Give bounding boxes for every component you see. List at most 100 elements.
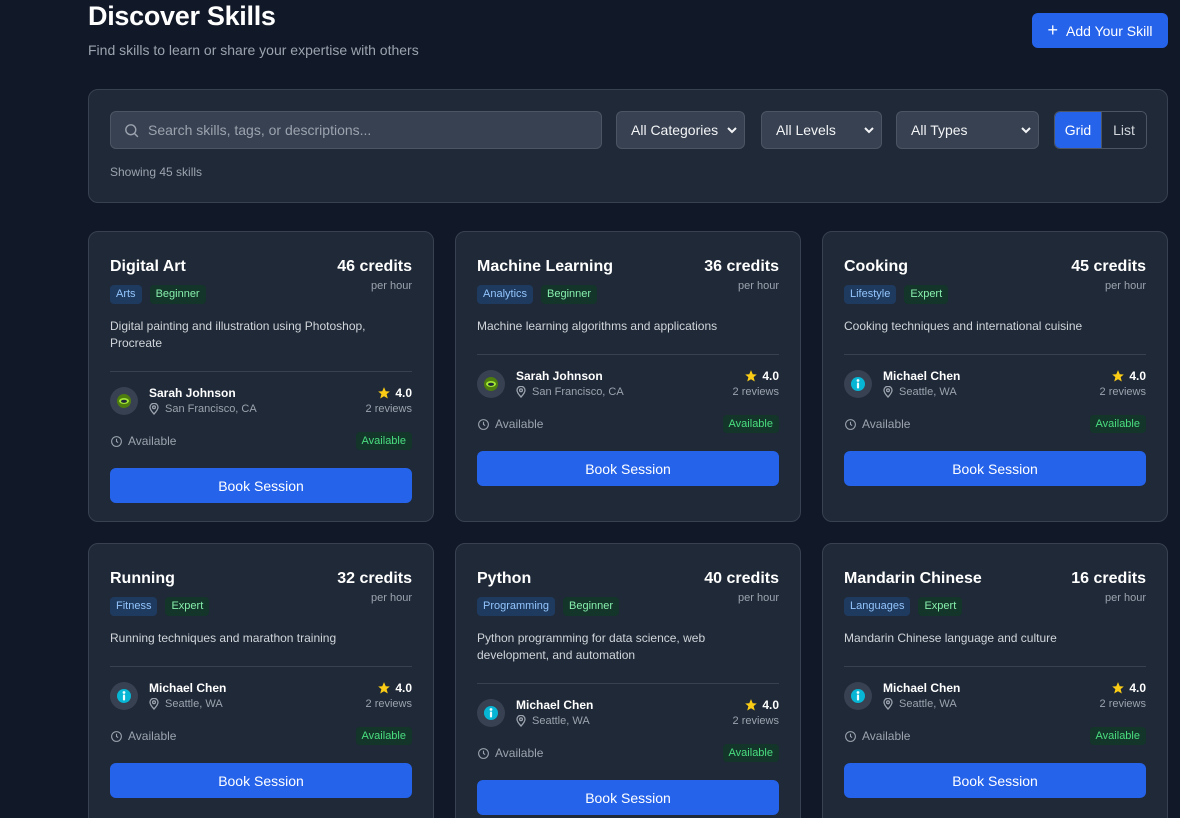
availability-badge: Available (1089, 727, 1146, 745)
category-tag[interactable]: Programming (477, 597, 556, 616)
level-tag: Expert (165, 597, 210, 616)
card-divider (844, 666, 1146, 667)
owner-name[interactable]: Michael Chen (516, 698, 593, 712)
star-icon (1112, 370, 1125, 382)
skill-title: Cooking (844, 258, 908, 275)
skills-page: Discover Skills Find skills to learn or … (88, 0, 1168, 818)
rating: 4.0 (744, 369, 779, 383)
clock-icon (111, 435, 122, 447)
book-session-button[interactable]: Book Session (844, 763, 1146, 798)
grid-view-button[interactable]: Grid (1055, 112, 1101, 148)
list-view-button[interactable]: List (1100, 112, 1146, 148)
skill-tags: Lifestyle Expert (844, 285, 949, 304)
figure-avatar-icon[interactable] (844, 370, 872, 398)
chevron-down-icon (864, 127, 874, 134)
map-pin-icon (883, 386, 893, 398)
clock-icon (845, 730, 856, 742)
owner-name[interactable]: Michael Chen (149, 681, 226, 695)
book-session-button[interactable]: Book Session (477, 780, 779, 815)
alien-avatar-icon[interactable] (477, 370, 505, 398)
owner-location: Seattle, WA (516, 715, 590, 727)
owner-name[interactable]: Sarah Johnson (149, 386, 236, 400)
view-toggle: Grid List (1054, 111, 1147, 149)
category-tag[interactable]: Lifestyle (844, 285, 897, 304)
filter-panel: All Categories All Levels All Types Grid… (88, 89, 1168, 203)
level-tag: Expert (904, 285, 949, 304)
category-tag[interactable]: Arts (110, 285, 142, 304)
level-tag: Expert (918, 597, 963, 616)
alien-avatar-icon[interactable] (110, 387, 138, 415)
location-text: San Francisco, CA (165, 403, 257, 415)
skill-card[interactable]: Machine Learning 36 credits per hour Ana… (455, 231, 801, 522)
owner-name[interactable]: Sarah Johnson (516, 369, 603, 383)
review-count: 2 reviews (365, 403, 412, 415)
clock-icon (478, 747, 489, 759)
type-select[interactable]: All Types (896, 111, 1039, 149)
card-divider (477, 683, 779, 684)
level-select[interactable]: All Levels (761, 111, 882, 149)
availability: Available (110, 434, 176, 448)
page-subtitle: Find skills to learn or share your exper… (88, 42, 419, 58)
availability: Available (477, 417, 543, 431)
category-tag[interactable]: Analytics (477, 285, 534, 304)
results-count: Showing 45 skills (110, 165, 203, 179)
location-text: Seattle, WA (899, 698, 957, 710)
star-icon (745, 370, 758, 382)
availability-text: Available (495, 746, 544, 760)
rating-value: 4.0 (395, 681, 412, 695)
availability-text: Available (862, 417, 911, 431)
skill-credits: 32 credits (337, 570, 412, 587)
availability: Available (477, 746, 543, 760)
skill-card[interactable]: Digital Art 46 credits per hour Arts Beg… (88, 231, 434, 522)
review-count: 2 reviews (1099, 698, 1146, 710)
owner-location: Seattle, WA (883, 698, 957, 710)
add-skill-button[interactable]: + Add Your Skill (1032, 13, 1168, 48)
skill-card[interactable]: Mandarin Chinese 16 credits per hour Lan… (822, 543, 1168, 818)
search-input[interactable] (148, 122, 588, 138)
rating: 4.0 (1111, 681, 1146, 695)
book-session-button[interactable]: Book Session (110, 468, 412, 503)
map-pin-icon (516, 386, 526, 398)
category-tag[interactable]: Fitness (110, 597, 158, 616)
location-text: Seattle, WA (532, 715, 590, 727)
skill-title: Machine Learning (477, 258, 614, 275)
rating-value: 4.0 (762, 369, 779, 383)
figure-avatar-icon[interactable] (477, 699, 505, 727)
category-select[interactable]: All Categories (616, 111, 745, 149)
rating-value: 4.0 (762, 698, 779, 712)
skill-credits: 46 credits (337, 258, 412, 275)
skill-card[interactable]: Python 40 credits per hour Programming B… (455, 543, 801, 818)
figure-avatar-icon[interactable] (110, 682, 138, 710)
credits-unit: per hour (738, 280, 779, 292)
review-count: 2 reviews (365, 698, 412, 710)
skill-description: Mandarin Chinese language and culture (844, 631, 1057, 645)
owner-location: San Francisco, CA (149, 403, 257, 415)
star-icon (378, 387, 391, 399)
book-session-button[interactable]: Book Session (110, 763, 412, 798)
map-pin-icon (149, 403, 159, 415)
review-count: 2 reviews (732, 386, 779, 398)
page-header: Discover Skills Find skills to learn or … (88, 0, 1168, 89)
owner-name[interactable]: Michael Chen (883, 369, 960, 383)
rating-value: 4.0 (395, 386, 412, 400)
book-session-button[interactable]: Book Session (844, 451, 1146, 486)
skill-card[interactable]: Cooking 45 credits per hour Lifestyle Ex… (822, 231, 1168, 522)
category-tag[interactable]: Languages (844, 597, 911, 616)
rating: 4.0 (377, 386, 412, 400)
clock-icon (478, 418, 489, 430)
skill-title: Mandarin Chinese (844, 570, 982, 587)
availability: Available (844, 417, 910, 431)
type-select-value: All Types (911, 122, 968, 138)
figure-avatar-icon[interactable] (844, 682, 872, 710)
owner-name[interactable]: Michael Chen (883, 681, 960, 695)
plus-icon: + (1047, 19, 1059, 40)
skill-card[interactable]: Running 32 credits per hour Fitness Expe… (88, 543, 434, 818)
book-session-button[interactable]: Book Session (477, 451, 779, 486)
rating: 4.0 (744, 698, 779, 712)
availability-badge: Available (355, 432, 412, 450)
search-box[interactable] (110, 111, 602, 149)
availability-badge: Available (722, 744, 779, 762)
skill-tags: Languages Expert (844, 597, 963, 616)
skill-credits: 45 credits (1071, 258, 1146, 275)
availability-badge: Available (355, 727, 412, 745)
